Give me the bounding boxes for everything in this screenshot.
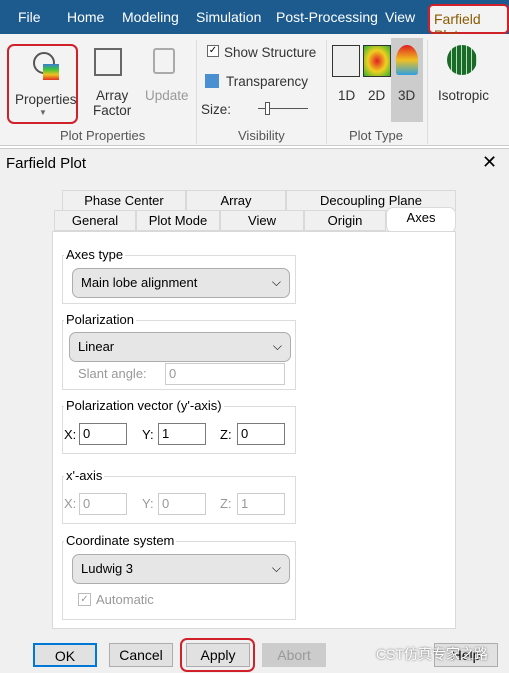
tab-file[interactable]: File [18, 9, 41, 25]
pol-vector-z-input[interactable]: 0 [237, 423, 285, 445]
coordinate-system-value: Ludwig 3 [81, 561, 134, 576]
group-label-plot-properties: Plot Properties [60, 128, 146, 143]
z-label: Z: [220, 427, 232, 442]
globe-icon [447, 45, 477, 75]
tab-general[interactable]: General [54, 210, 136, 231]
tab-axes[interactable]: Axes [386, 207, 456, 233]
polarization-select[interactable]: Linear ⌵ [69, 332, 291, 362]
polarization-vector-label: Polarization vector (y'-axis) [64, 398, 224, 413]
slant-angle-input[interactable]: 0 [165, 363, 285, 385]
color-map-icon [43, 64, 59, 80]
tab-simulation[interactable]: Simulation [196, 9, 261, 25]
x-axis-x-input[interactable]: 0 [79, 493, 127, 515]
slider-thumb[interactable] [265, 102, 270, 115]
tab-array[interactable]: Array [186, 190, 286, 211]
2d-button[interactable]: 2D [368, 88, 385, 103]
tab-view[interactable]: View [220, 210, 304, 231]
tab-home[interactable]: Home [67, 9, 104, 25]
automatic-label: Automatic [96, 592, 154, 607]
array-label: Array [96, 88, 129, 103]
z-label: Z: [220, 496, 232, 511]
tab-farfield-plot[interactable]: Farfield Plot [428, 4, 509, 43]
x-axis-z-input[interactable]: 1 [237, 493, 285, 515]
refresh-icon [153, 48, 175, 74]
dialog-title: Farfield Plot [6, 155, 87, 172]
close-icon[interactable]: ✕ [482, 152, 497, 173]
2d-plot-icon [363, 45, 391, 77]
show-structure-checkbox[interactable]: ✓ [207, 45, 219, 57]
transparency-icon [205, 74, 219, 88]
watermark: CST仿真专家之路 [376, 646, 488, 662]
array-icon [94, 48, 122, 76]
cancel-button[interactable]: Cancel [109, 643, 173, 667]
tab-plot-mode[interactable]: Plot Mode [136, 210, 220, 231]
chevron-down-icon: ⌵ [272, 339, 282, 353]
divider [427, 40, 428, 144]
polarization-label: Polarization [64, 312, 136, 327]
divider [196, 40, 197, 144]
3d-plot-icon [396, 45, 418, 75]
1d-button[interactable]: 1D [338, 88, 355, 103]
size-label: Size: [201, 102, 232, 117]
coordinate-system-label: Coordinate system [64, 533, 177, 548]
axes-type-label: Axes type [64, 247, 126, 262]
tab-post-processing[interactable]: Post-Processing [276, 9, 378, 25]
pol-vector-x-input[interactable]: 0 [79, 423, 127, 445]
3d-label: 3D [398, 88, 416, 103]
tab-view[interactable]: View [385, 9, 415, 25]
tab-modeling[interactable]: Modeling [122, 9, 179, 25]
tab-origin[interactable]: Origin [304, 210, 386, 231]
show-structure-label: Show Structure [224, 45, 317, 60]
ok-button[interactable]: OK [33, 643, 97, 667]
coordinate-system-select[interactable]: Ludwig 3 ⌵ [72, 554, 290, 584]
dropdown-arrow-icon: ▼ [39, 108, 47, 117]
y-label: Y: [142, 496, 154, 511]
isotropic-button[interactable]: Isotropic [438, 88, 489, 103]
x-label: X: [64, 496, 77, 511]
transparency-button[interactable]: Transparency [226, 74, 308, 89]
chevron-down-icon: ⌵ [271, 275, 281, 289]
x-axis-label: x'-axis [64, 468, 105, 483]
pol-vector-y-input[interactable]: 1 [158, 423, 206, 445]
axes-type-value: Main lobe alignment [81, 275, 198, 290]
automatic-checkbox[interactable]: ✓ [78, 593, 91, 606]
slant-angle-label: Slant angle: [78, 366, 147, 381]
group-label-plot-type: Plot Type [349, 128, 403, 143]
x-axis-y-input[interactable]: 0 [158, 493, 206, 515]
apply-button[interactable]: Apply [186, 643, 250, 667]
divider [326, 40, 327, 144]
axes-type-select[interactable]: Main lobe alignment ⌵ [72, 268, 290, 298]
1d-plot-icon [332, 45, 360, 77]
chevron-down-icon: ⌵ [271, 561, 281, 575]
polarization-value: Linear [78, 339, 115, 354]
properties-label: Properties [15, 92, 77, 107]
x-label: X: [64, 427, 77, 442]
tab-phase-center[interactable]: Phase Center [62, 190, 186, 211]
y-label: Y: [142, 427, 154, 442]
properties-button[interactable]: Properties ▼ [7, 44, 78, 124]
group-label-visibility: Visibility [238, 128, 285, 143]
update-button[interactable]: Update [145, 88, 189, 103]
array-factor-button[interactable]: Array Factor [93, 88, 131, 118]
factor-label: Factor [93, 103, 132, 118]
abort-button[interactable]: Abort [262, 643, 326, 667]
